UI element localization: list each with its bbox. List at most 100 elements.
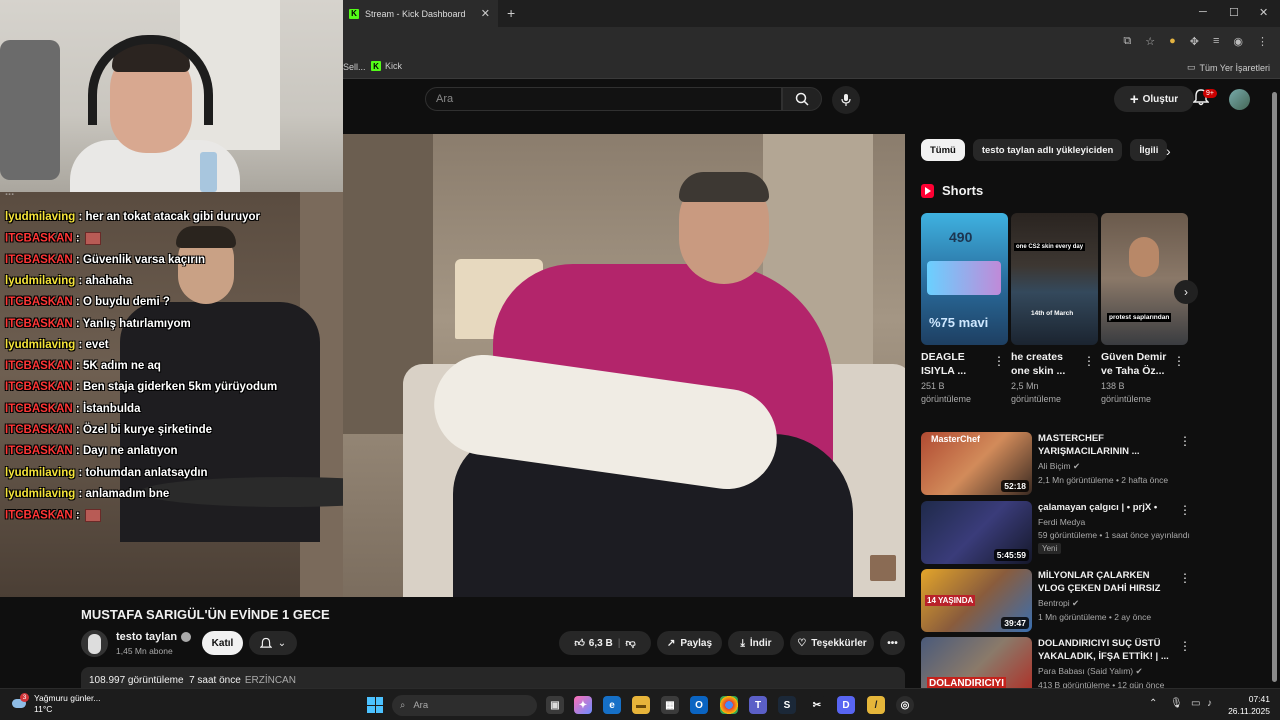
extensions-icon[interactable]: ✥ (1190, 35, 1199, 48)
more-vert-icon[interactable]: ⋮ (1179, 503, 1191, 517)
maximize-button[interactable]: ☐ (1229, 6, 1239, 19)
extension-badge-icon[interactable]: ● (1169, 35, 1176, 48)
profile-icon[interactable]: ◉ (1233, 35, 1243, 48)
system-clock[interactable]: 07:41 26.11.2025 (1226, 693, 1270, 717)
chrome-icon[interactable] (720, 696, 738, 714)
location-tag[interactable]: ERZİNCAN (245, 675, 296, 686)
video-channel[interactable]: Ferdi Medya (1038, 517, 1085, 527)
bookmark-kick[interactable]: K Kick (371, 61, 402, 71)
windows-logo-icon (375, 697, 383, 705)
more-vert-icon[interactable]: ⋮ (1179, 571, 1191, 585)
shorts-next-button[interactable]: › (1174, 280, 1198, 304)
capcut-icon[interactable]: ✂ (808, 696, 826, 714)
short-thumbnail[interactable]: protest saplarından (1101, 213, 1188, 345)
all-bookmarks[interactable]: ▭ Tüm Yer İşaretleri (1187, 62, 1270, 73)
chip-uploader[interactable]: testo taylan adlı yükleyiciden (972, 139, 1123, 161)
like-button[interactable]: 👍︎ 6,3 B (574, 637, 612, 650)
video-thumbnail[interactable]: 5:45:59 (921, 501, 1032, 564)
chat-username[interactable]: ITCBASKAN (5, 296, 73, 308)
new-tab-button[interactable]: + (507, 5, 515, 21)
tab-close-icon[interactable]: ✕ (481, 7, 490, 20)
channel-name[interactable]: testo taylan (116, 631, 192, 643)
recommended-video[interactable]: MasterChef 52:18 MASTERCHEF YARIŞMACILAR… (921, 432, 1191, 496)
share-button[interactable]: ↗ Paylaş (657, 631, 722, 655)
recommended-video[interactable]: 5:45:59 çalamayan çalgıcı | • prjX • Fer… (921, 501, 1191, 565)
short-card[interactable]: 490 %75 mavi DEAGLE ISIYLA ... 251 B görü… (921, 213, 1008, 406)
chat-username[interactable]: lyudmilaving (5, 467, 75, 479)
steam-icon[interactable]: S (778, 696, 796, 714)
short-card[interactable]: protest saplarından Güven Demir ve Taha … (1101, 213, 1188, 406)
short-card[interactable]: one CS2 skin every day 14th of March he … (1011, 213, 1098, 406)
install-app-icon[interactable]: ⧉ (1123, 35, 1131, 48)
more-vert-icon[interactable]: ⋮ (993, 354, 1005, 368)
pen-app-icon[interactable]: / (867, 696, 885, 714)
video-channel[interactable]: Para Babası (Said Yalım) ✔ (1038, 666, 1143, 677)
network-icon[interactable]: ▭ (1191, 698, 1200, 709)
minimize-button[interactable]: ─ (1199, 6, 1207, 18)
search-button[interactable] (782, 87, 822, 111)
more-vert-icon[interactable]: ⋮ (1179, 639, 1191, 653)
chat-username[interactable]: ITCBASKAN (5, 233, 73, 245)
more-vert-icon[interactable]: ⋮ (1179, 434, 1191, 448)
chat-username[interactable]: lyudmilaving (5, 339, 75, 351)
video-channel[interactable]: Bentropi ✔ (1038, 598, 1079, 609)
browser-menu-icon[interactable]: ⋮ (1257, 35, 1268, 48)
file-explorer-icon[interactable]: ▬ (632, 696, 650, 714)
more-vert-icon[interactable]: ⋮ (1173, 354, 1185, 368)
chat-username[interactable]: ITCBASKAN (5, 403, 73, 415)
video-player[interactable] (343, 134, 905, 597)
voice-search-button[interactable] (832, 86, 860, 114)
chat-username[interactable]: lyudmilaving (5, 211, 75, 223)
teams-icon[interactable]: T (749, 696, 767, 714)
bookmark-item[interactable]: Sell... (343, 62, 366, 72)
chat-username[interactable]: ITCBASKAN (5, 510, 73, 522)
video-thumbnail[interactable]: MasterChef 52:18 (921, 432, 1032, 495)
search-input[interactable]: Ara (425, 87, 782, 111)
thanks-button[interactable]: ♡ Teşekkürler (790, 631, 874, 655)
microphone-icon[interactable]: 🎙︎ (1170, 698, 1183, 709)
video-channel[interactable]: Ali Biçim ✔ (1038, 461, 1080, 472)
chat-username[interactable]: ITCBASKAN (5, 254, 73, 266)
taskbar-search[interactable]: ⌕ Ara (392, 695, 537, 716)
chevron-up-icon[interactable]: ⌃ (1149, 698, 1157, 709)
store-icon[interactable]: ▦ (661, 696, 679, 714)
outlook-icon[interactable]: O (690, 696, 708, 714)
create-button[interactable]: + Oluştur (1114, 86, 1194, 112)
scrollbar-thumb[interactable] (1272, 92, 1277, 682)
video-thumbnail[interactable]: 14 YAŞINDA 39:47 (921, 569, 1032, 632)
close-window-button[interactable]: ✕ (1259, 6, 1268, 19)
join-button[interactable]: Katıl (202, 631, 243, 655)
chat-username[interactable]: ITCBASKAN (5, 381, 73, 393)
more-actions-button[interactable]: ••• (880, 631, 905, 655)
task-view-icon[interactable]: ▣ (546, 696, 564, 714)
chip-all[interactable]: Tümü (921, 139, 965, 161)
chevron-right-icon[interactable]: › (1166, 143, 1171, 159)
user-avatar[interactable] (1229, 89, 1250, 110)
more-vert-icon[interactable]: ⋮ (1083, 354, 1095, 368)
short-thumbnail[interactable]: 490 %75 mavi (921, 213, 1008, 345)
edge-icon[interactable]: e (603, 696, 621, 714)
obs-icon[interactable]: ◎ (896, 696, 914, 714)
recommended-video[interactable]: 14 YAŞINDA 39:47 MİLYONLAR ÇALARKEN VLOG… (921, 569, 1191, 633)
start-button[interactable] (367, 697, 383, 713)
chat-username[interactable]: ITCBASKAN (5, 424, 73, 436)
chat-username[interactable]: ITCBASKAN (5, 318, 73, 330)
chat-username[interactable]: lyudmilaving (5, 488, 75, 500)
browser-tab[interactable]: K Stream - Kick Dashboard ✕ (343, 0, 498, 27)
reading-list-icon[interactable]: ≡ (1213, 35, 1219, 48)
channel-watermark[interactable] (870, 555, 896, 581)
channel-avatar[interactable] (81, 630, 108, 657)
volume-icon[interactable]: ♪ (1207, 698, 1212, 709)
thumbs-down-icon[interactable]: 👎︎ (626, 637, 636, 649)
chat-username[interactable]: ITCBASKAN (5, 445, 73, 457)
short-thumbnail[interactable]: one CS2 skin every day 14th of March (1011, 213, 1098, 345)
copilot-icon[interactable]: ✦ (574, 696, 592, 714)
download-button[interactable]: ⤓ İndir (728, 631, 784, 655)
chat-username[interactable]: ITCBASKAN (5, 360, 73, 372)
chip-related[interactable]: İlgili (1130, 139, 1168, 161)
address-bar[interactable]: ⧉ ☆ ● ✥ ≡ ◉ ⋮ (343, 27, 1280, 57)
bookmark-star-icon[interactable]: ☆ (1145, 35, 1155, 48)
chat-username[interactable]: lyudmilaving (5, 275, 75, 287)
discord-icon[interactable]: D (837, 696, 855, 714)
subscription-bell-button[interactable]: ⌄ (249, 631, 297, 655)
